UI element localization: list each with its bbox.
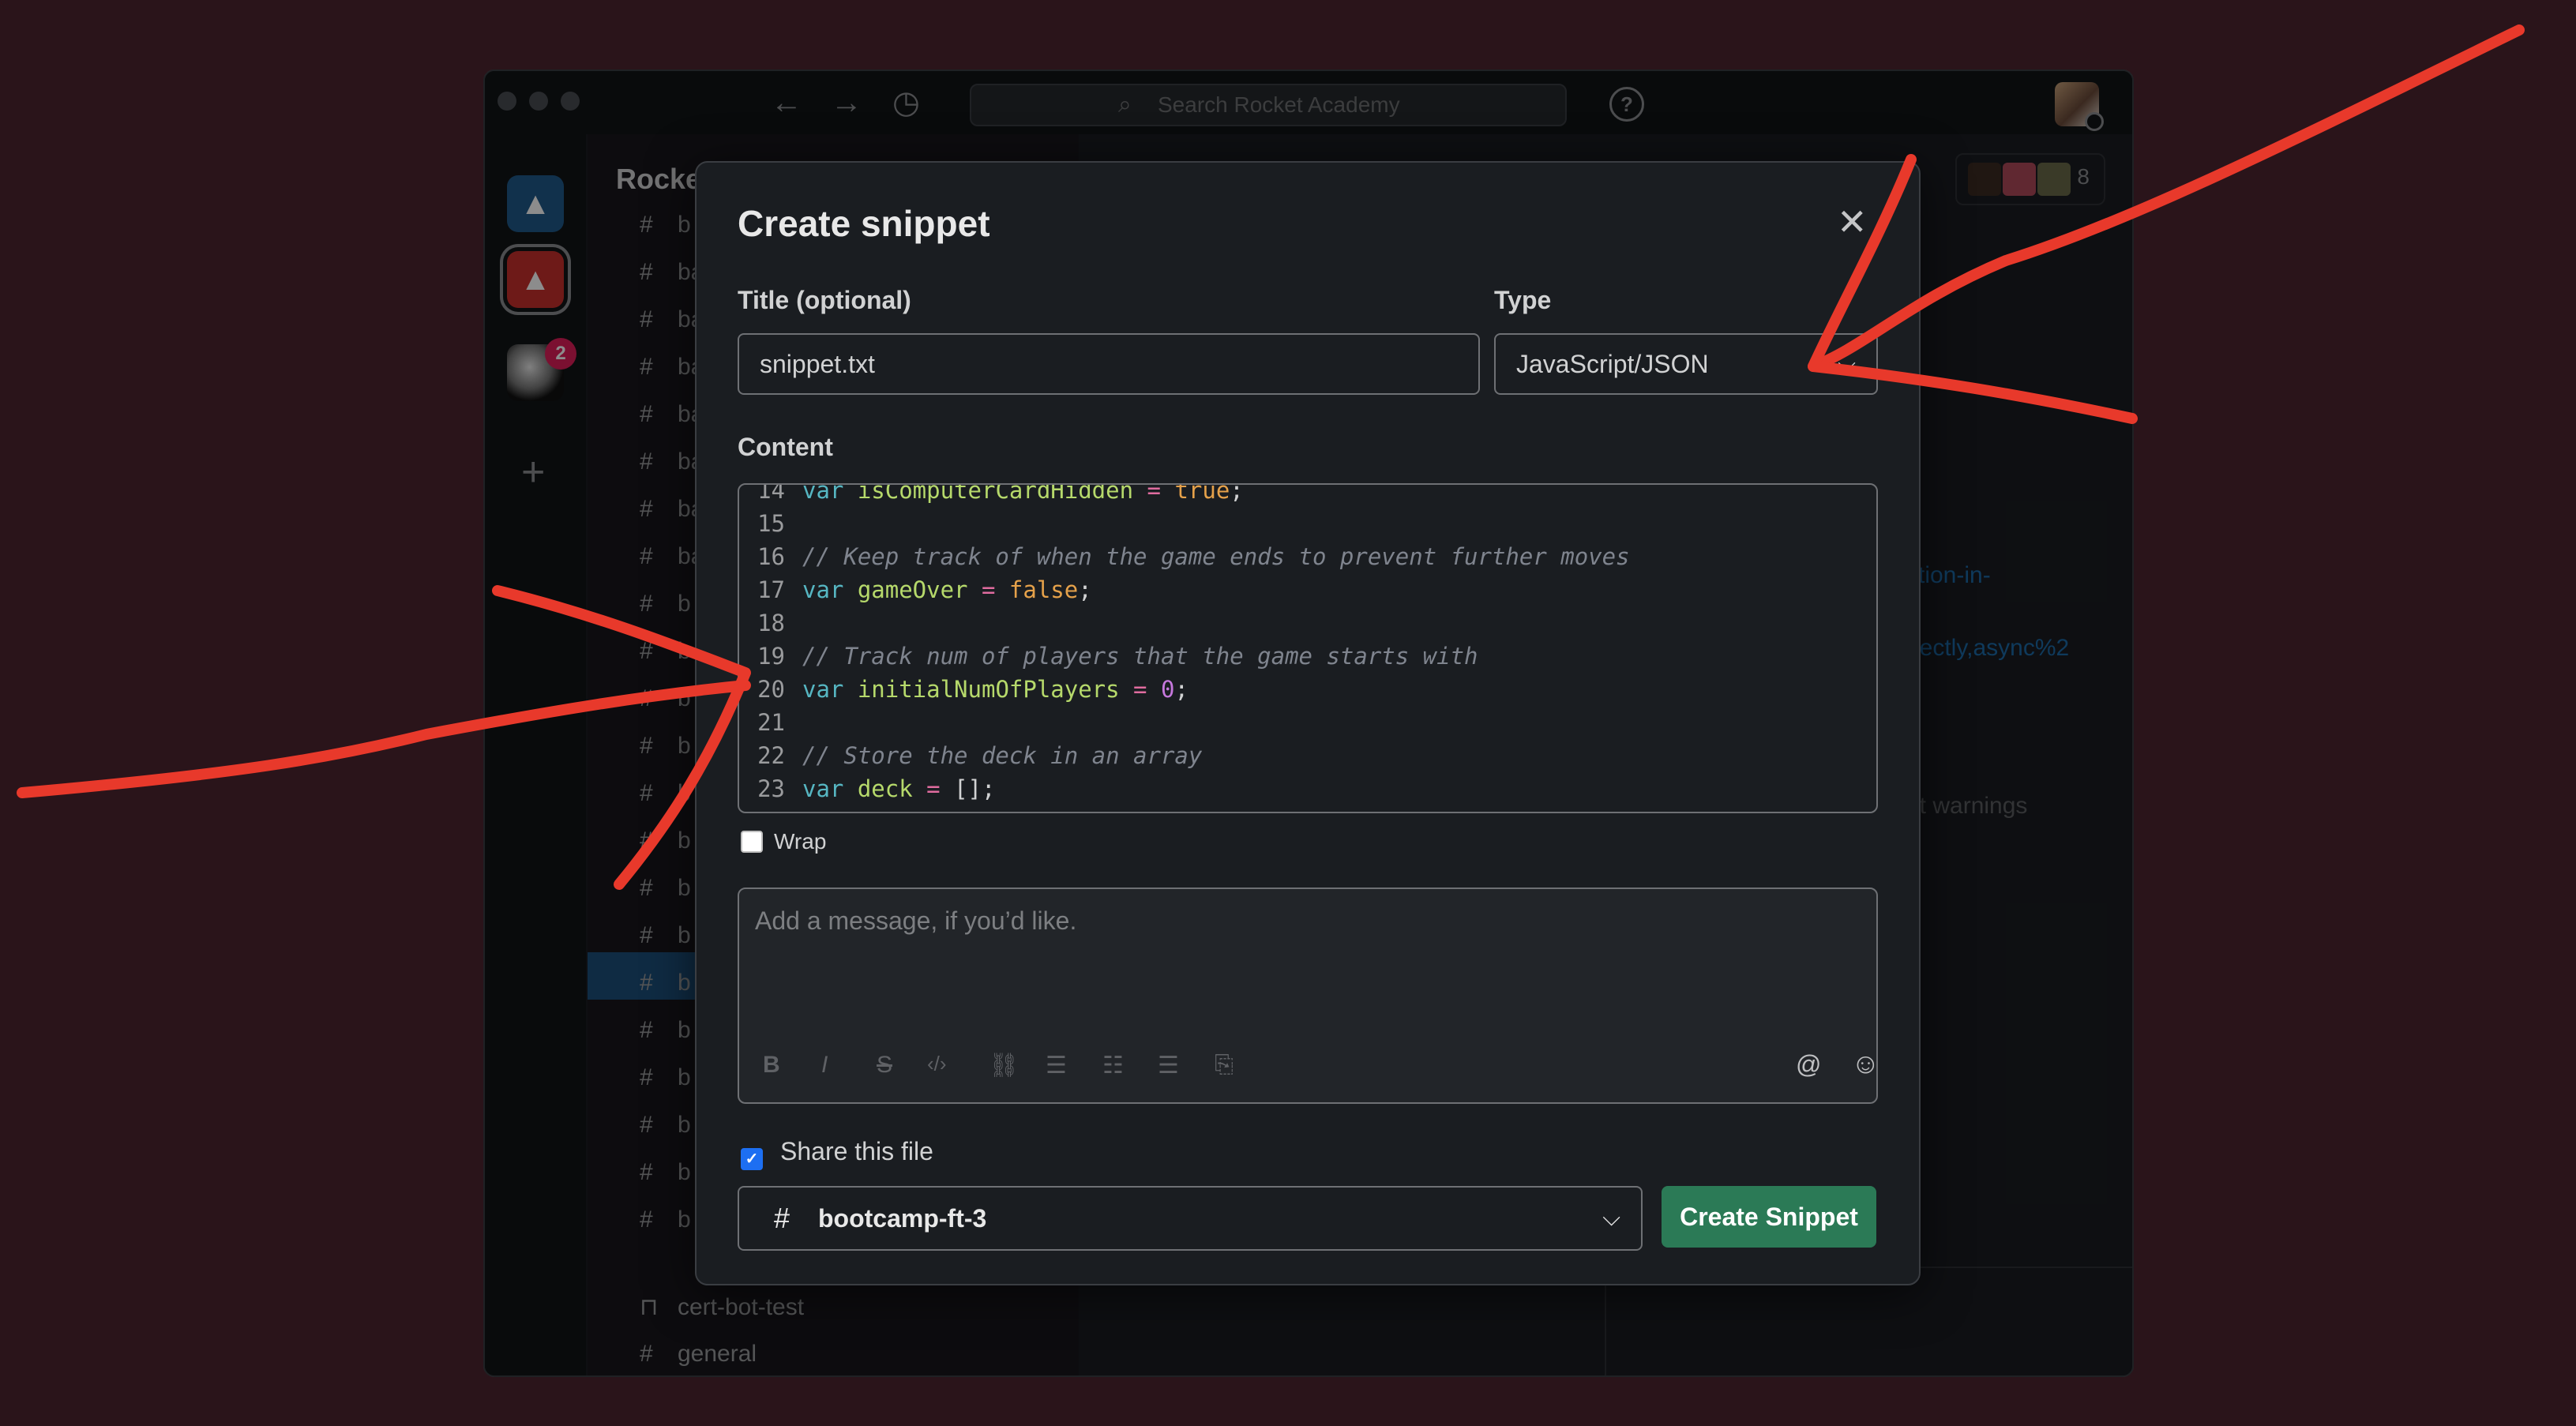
chevron-down-icon: ⌵: [1838, 351, 1856, 377]
code-token: var: [802, 676, 858, 703]
code-token: isComputerCardHidden: [857, 483, 1134, 504]
channel-select[interactable]: # bootcamp-ft-3 ⌵: [738, 1186, 1643, 1251]
line-number: 23: [757, 775, 785, 802]
code-token: var: [802, 775, 858, 802]
message-input[interactable]: Add a message, if you’d like. B I S ‹/› …: [738, 887, 1880, 1104]
code-token: var: [802, 576, 858, 603]
type-select-value: JavaScript/JSON: [1516, 350, 1709, 378]
content-label: Content: [738, 433, 833, 461]
wrap-checkbox[interactable]: [741, 831, 763, 853]
code-token: false: [1008, 576, 1079, 603]
code-token: // Track num of players that the game st…: [802, 643, 1478, 670]
bold-icon[interactable]: B: [763, 1052, 780, 1079]
code-line: 18: [739, 606, 802, 640]
code-token: =: [1133, 483, 1175, 504]
create-snippet-dialog: Create snippet ✕ Title (optional) snippe…: [695, 161, 1921, 1285]
line-number: 20: [757, 676, 785, 703]
dialog-title: Create snippet: [738, 203, 990, 244]
code-editor[interactable]: 14 var isComputerCardHidden = true; 15 16 //…: [738, 483, 1878, 813]
code-token: gameOver: [857, 576, 968, 603]
type-label: Type: [1494, 286, 1552, 314]
code-token: ;: [1174, 676, 1188, 703]
code-token: =: [967, 576, 1009, 603]
line-number: 14: [757, 483, 785, 504]
code-token: 0: [1160, 676, 1175, 703]
code-token: // Store the deck in an array: [802, 742, 1203, 769]
code-token: []: [954, 775, 982, 802]
code-line: 23 var deck = [];: [739, 772, 995, 805]
line-number: 19: [757, 643, 785, 670]
code-line: 21: [739, 706, 802, 739]
bullet-list-icon[interactable]: ☷: [1102, 1052, 1124, 1079]
code-line: 14 var isComputerCardHidden = true;: [739, 483, 1244, 507]
code-block-icon[interactable]: ⎘: [1215, 1052, 1234, 1079]
code-token: var: [802, 483, 858, 504]
strikethrough-icon[interactable]: S: [877, 1052, 892, 1079]
code-token: =: [1119, 676, 1161, 703]
channel-select-value: bootcamp-ft-3: [818, 1204, 987, 1233]
code-token: // Keep track of when the game ends to p…: [802, 543, 1630, 570]
code-token: true: [1174, 483, 1230, 504]
chevron-down-icon: ⌵: [1602, 1205, 1620, 1231]
ordered-list-icon[interactable]: ☰: [1046, 1052, 1067, 1079]
code-token: initialNumOfPlayers: [857, 676, 1120, 703]
type-select[interactable]: JavaScript/JSON ⌵: [1494, 333, 1878, 395]
code-line: 17 var gameOver = false;: [739, 573, 1092, 606]
line-number: 22: [757, 742, 785, 769]
message-placeholder: Add a message, if you’d like.: [755, 906, 1077, 935]
line-number: 17: [757, 576, 785, 603]
line-number: 16: [757, 543, 785, 570]
line-number: 18: [757, 610, 785, 636]
link-icon[interactable]: ⛓: [989, 1052, 1019, 1079]
line-number: 15: [757, 510, 785, 537]
code-icon[interactable]: ‹/›: [927, 1052, 947, 1076]
line-number: 21: [757, 709, 785, 736]
code-line: 19 // Track num of players that the game …: [739, 640, 1478, 673]
title-input[interactable]: snippet.txt: [738, 333, 1480, 395]
mention-icon[interactable]: @: [1796, 1050, 1821, 1079]
code-line: 16 // Keep track of when the game ends to…: [739, 540, 1630, 573]
channel-hash-icon: #: [774, 1202, 790, 1234]
title-label: Title (optional): [738, 286, 911, 314]
code-token: ;: [982, 775, 996, 802]
code-token: deck: [857, 775, 913, 802]
share-checkbox[interactable]: ✓: [741, 1148, 763, 1170]
create-snippet-button[interactable]: Create Snippet: [1662, 1186, 1876, 1248]
code-token: ;: [1230, 483, 1244, 504]
code-line: 15: [739, 507, 802, 540]
code-token: =: [912, 775, 955, 802]
emoji-icon[interactable]: ☺: [1851, 1047, 1880, 1080]
code-line: 20 var initialNumOfPlayers = 0;: [739, 673, 1188, 706]
code-token: ;: [1078, 576, 1092, 603]
share-label: Share this file: [780, 1137, 933, 1165]
italic-icon[interactable]: I: [821, 1052, 828, 1079]
code-line: 22 // Store the deck in an array: [739, 739, 1202, 772]
blockquote-icon[interactable]: ☰: [1158, 1052, 1179, 1079]
wrap-label: Wrap: [774, 829, 827, 854]
close-icon[interactable]: ✕: [1837, 202, 1868, 242]
title-input-value: snippet.txt: [760, 350, 875, 378]
